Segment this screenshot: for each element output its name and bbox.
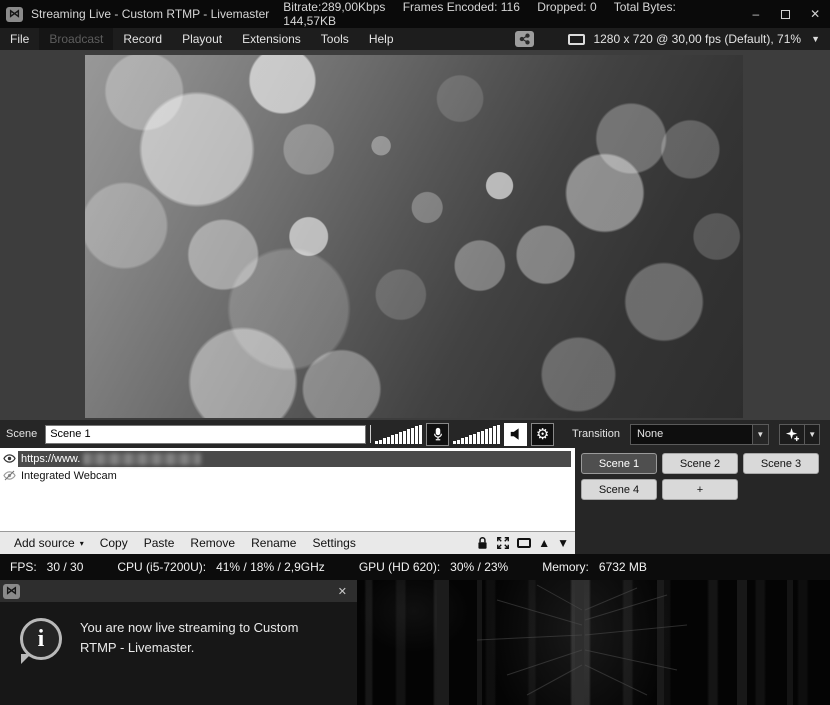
move-source-up-button[interactable]: ▲: [538, 536, 550, 550]
source-label: https://www.: [21, 453, 80, 465]
source-toolbar: Add source ▾ Copy Paste Remove Rename Se…: [0, 531, 575, 554]
menu-help[interactable]: Help: [359, 28, 404, 50]
remove-button[interactable]: Remove: [182, 536, 243, 550]
lock-source-button[interactable]: [476, 536, 489, 550]
transition-dropdown-icon[interactable]: ▼: [753, 424, 770, 445]
gear-icon: ⚙: [536, 427, 549, 442]
notification-close-button[interactable]: ✕: [338, 585, 347, 598]
transition-label: Transition: [572, 428, 620, 440]
add-transition-button[interactable]: [779, 424, 805, 445]
move-source-down-button[interactable]: ▼: [557, 536, 569, 550]
scene-label: Scene: [6, 428, 37, 440]
share-icon: [519, 33, 530, 45]
maximize-button[interactable]: [771, 0, 801, 28]
app-logo-icon: ⋈: [6, 7, 23, 22]
fps-value: 30 / 30: [47, 560, 84, 574]
share-button[interactable]: [515, 31, 534, 47]
notification-popup: ⋈ ✕ i You are now live streaming to Cust…: [0, 580, 357, 705]
add-source-button[interactable]: Add source ▾: [6, 536, 92, 550]
frames-encoded-stat: Frames Encoded: 116: [403, 0, 520, 14]
lock-icon: [476, 536, 489, 550]
scene-button-3[interactable]: Scene 3: [743, 453, 819, 474]
expand-arrows-icon: [496, 536, 510, 550]
projector-button[interactable]: [517, 538, 531, 548]
close-button[interactable]: ✕: [800, 0, 830, 28]
gpu-value: 30% / 23%: [450, 560, 508, 574]
speaker-icon: [509, 427, 523, 441]
notification-message: You are now live streaming to Custom RTM…: [80, 618, 329, 705]
source-list: https://www. Integrated Webcam: [0, 448, 575, 531]
workspace: [0, 50, 830, 420]
menu-file[interactable]: File: [0, 28, 39, 50]
sources-scenes-row: https://www. Integrated Webcam: [0, 448, 830, 554]
redacted-url-blur: [83, 453, 201, 465]
status-bar: FPS: 30 / 30 CPU (i5-7200U): 41% / 18% /…: [0, 554, 830, 580]
menu-extensions[interactable]: Extensions: [232, 28, 311, 50]
menu-playout[interactable]: Playout: [172, 28, 232, 50]
paste-button[interactable]: Paste: [136, 536, 183, 550]
microphone-icon: [432, 427, 444, 442]
transition-select[interactable]: None: [630, 424, 753, 445]
fps-label: FPS:: [10, 560, 37, 574]
resolution-selector[interactable]: 1280 x 720 @ 30,00 fps (Default), 71%: [593, 32, 801, 46]
source-panel: https://www. Integrated Webcam: [0, 448, 575, 554]
cpu-label: CPU (i5-7200U):: [117, 560, 206, 574]
divider: [370, 425, 371, 443]
resolution-caret-icon[interactable]: ▼: [811, 34, 820, 44]
forest-trees-graphic: [357, 580, 830, 705]
video-preview-canvas[interactable]: [85, 55, 743, 418]
notification-body: i You are now live streaming to Custom R…: [0, 602, 357, 705]
info-icon: i: [20, 618, 62, 660]
bottom-row: ⋈ ✕ i You are now live streaming to Cust…: [0, 580, 830, 705]
source-row-webcam[interactable]: Integrated Webcam: [0, 467, 575, 484]
scene-button-4[interactable]: Scene 4: [581, 479, 657, 500]
sparkle-plus-icon: [785, 427, 800, 442]
audio-settings-button[interactable]: ⚙: [531, 423, 554, 446]
scenes-panel: Scene 1 Scene 2 Scene 3 Scene 4 +: [575, 448, 830, 554]
memory-label: Memory:: [542, 560, 589, 574]
menu-tools[interactable]: Tools: [311, 28, 359, 50]
rename-button[interactable]: Rename: [243, 536, 304, 550]
scene-bar: Scene ⚙ Transition None ▼: [0, 420, 830, 448]
minimize-button[interactable]: –: [741, 0, 771, 28]
settings-button[interactable]: Settings: [304, 536, 363, 550]
bitrate-stat: Bitrate:289,00Kbps: [283, 0, 385, 14]
app-window: ⋈ Streaming Live - Custom RTMP - Livemas…: [0, 0, 830, 705]
app-logo-icon: ⋈: [3, 584, 20, 599]
secondary-preview-image: [357, 580, 830, 705]
mic-audio-meter: [375, 425, 422, 444]
visibility-eye-off-icon[interactable]: [0, 469, 18, 482]
window-title: Streaming Live - Custom RTMP - Livemaste…: [31, 7, 269, 21]
menu-broadcast[interactable]: Broadcast: [39, 28, 113, 50]
scene-button-2[interactable]: Scene 2: [662, 453, 738, 474]
titlebar: ⋈ Streaming Live - Custom RTMP - Livemas…: [0, 0, 830, 28]
speaker-audio-meter: [453, 425, 500, 444]
dropped-frames-stat: Dropped: 0: [537, 0, 596, 14]
menubar: File Broadcast Record Playout Extensions…: [0, 28, 830, 50]
stream-stats: Bitrate:289,00Kbps Frames Encoded: 116 D…: [283, 0, 741, 28]
scene-name-input[interactable]: [45, 425, 366, 444]
add-source-caret-icon: ▾: [80, 539, 84, 548]
fullscreen-source-button[interactable]: [496, 536, 510, 550]
visibility-eye-icon[interactable]: [0, 452, 18, 465]
maximize-icon: [781, 10, 790, 19]
cpu-value: 41% / 18% / 2,9GHz: [216, 560, 325, 574]
memory-value: 6732 MB: [599, 560, 647, 574]
speaker-mute-button[interactable]: [504, 423, 527, 446]
gpu-label: GPU (HD 620):: [359, 560, 440, 574]
copy-button[interactable]: Copy: [92, 536, 136, 550]
projector-icon: [517, 538, 531, 548]
notification-header: ⋈ ✕: [0, 580, 357, 602]
microphone-mute-button[interactable]: [426, 423, 449, 446]
source-row-url[interactable]: https://www.: [0, 450, 575, 467]
add-scene-button[interactable]: +: [662, 479, 738, 500]
source-label: Integrated Webcam: [21, 470, 117, 482]
menu-record[interactable]: Record: [113, 28, 172, 50]
monitor-icon: [568, 34, 585, 45]
add-transition-dropdown-icon[interactable]: ▼: [805, 424, 820, 445]
scene-button-1[interactable]: Scene 1: [581, 453, 657, 474]
